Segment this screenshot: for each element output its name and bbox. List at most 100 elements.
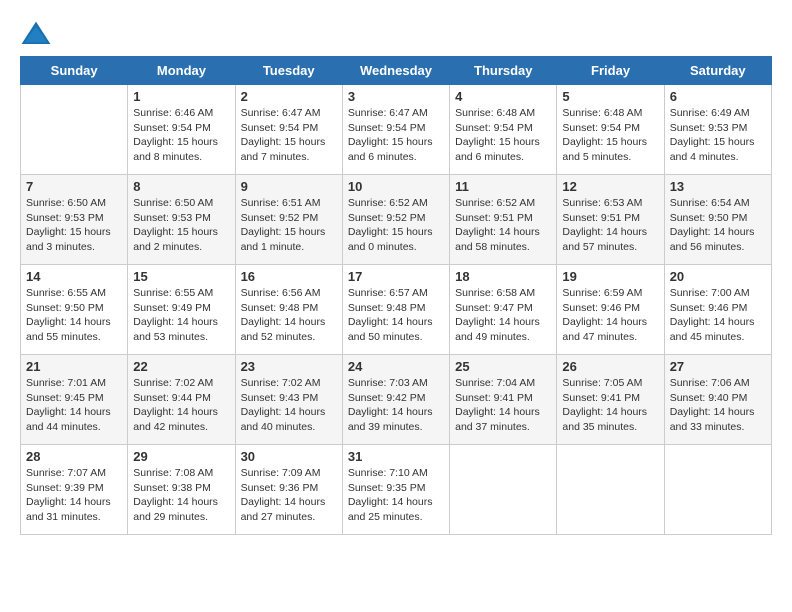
cell-content: Sunrise: 6:52 AM Sunset: 9:52 PM Dayligh… [348,196,444,255]
calendar-cell: 7Sunrise: 6:50 AM Sunset: 9:53 PM Daylig… [21,175,128,265]
calendar-cell: 15 Sunrise: 6:55 AM Sunset: 9:49 PM Dayli… [128,265,235,355]
day-number: 7 [26,179,122,194]
cell-content: Sunrise: 6:48 AM Sunset: 9:54 PM Dayligh… [562,106,658,165]
calendar-cell: 27 Sunrise: 7:06 AM Sunset: 9:40 PM Dayli… [664,355,771,445]
day-header-tuesday: Tuesday [235,57,342,85]
day-number: 4 [455,89,551,104]
calendar-cell: 5Sunrise: 6:48 AM Sunset: 9:54 PM Daylig… [557,85,664,175]
day-number: 25 [455,359,551,374]
calendar-cell: 12 Sunrise: 6:53 AM Sunset: 9:51 PM Dayli… [557,175,664,265]
calendar-cell: 19Sunrise: 6:59 AM Sunset: 9:46 PM Dayli… [557,265,664,355]
calendar-cell: 30 Sunrise: 7:09 AM Sunset: 9:36 PM Dayli… [235,445,342,535]
day-number: 14 [26,269,122,284]
day-number: 18 [455,269,551,284]
calendar-cell: 31 Sunrise: 7:10 AM Sunset: 9:35 PM Dayli… [342,445,449,535]
calendar-cell: 2 Sunrise: 6:47 AM Sunset: 9:54 PM Daylig… [235,85,342,175]
calendar-cell: 23Sunrise: 7:02 AM Sunset: 9:43 PM Dayli… [235,355,342,445]
day-header-monday: Monday [128,57,235,85]
cell-content: Sunrise: 7:04 AM Sunset: 9:41 PM Dayligh… [455,376,551,435]
cell-content: Sunrise: 6:55 AM Sunset: 9:49 PM Dayligh… [133,286,229,345]
day-number: 23 [241,359,337,374]
calendar-cell [664,445,771,535]
week-row-5: 28Sunrise: 7:07 AM Sunset: 9:39 PM Dayli… [21,445,772,535]
day-number: 10 [348,179,444,194]
logo-icon [20,20,52,48]
calendar-cell: 9 Sunrise: 6:51 AM Sunset: 9:52 PM Daylig… [235,175,342,265]
day-number: 27 [670,359,766,374]
day-number: 22 [133,359,229,374]
day-number: 11 [455,179,551,194]
day-number: 3 [348,89,444,104]
day-number: 6 [670,89,766,104]
cell-content: Sunrise: 6:57 AM Sunset: 9:48 PM Dayligh… [348,286,444,345]
day-number: 31 [348,449,444,464]
day-number: 12 [562,179,658,194]
day-number: 8 [133,179,229,194]
cell-content: Sunrise: 6:59 AM Sunset: 9:46 PM Dayligh… [562,286,658,345]
calendar-cell: 14 Sunrise: 6:55 AM Sunset: 9:50 PM Dayli… [21,265,128,355]
cell-content: Sunrise: 7:01 AM Sunset: 9:45 PM Dayligh… [26,376,122,435]
cell-content: Sunrise: 7:09 AM Sunset: 9:36 PM Dayligh… [241,466,337,525]
cell-content: Sunrise: 6:46 AM Sunset: 9:54 PM Dayligh… [133,106,229,165]
calendar-cell: 25 Sunrise: 7:04 AM Sunset: 9:41 PM Dayli… [450,355,557,445]
calendar-cell [21,85,128,175]
calendar-cell: 28Sunrise: 7:07 AM Sunset: 9:39 PM Dayli… [21,445,128,535]
day-number: 30 [241,449,337,464]
cell-content: Sunrise: 7:07 AM Sunset: 9:39 PM Dayligh… [26,466,122,525]
day-header-saturday: Saturday [664,57,771,85]
week-row-4: 21 Sunrise: 7:01 AM Sunset: 9:45 PM Dayli… [21,355,772,445]
calendar-cell [557,445,664,535]
week-row-3: 14 Sunrise: 6:55 AM Sunset: 9:50 PM Dayli… [21,265,772,355]
cell-content: Sunrise: 6:47 AM Sunset: 9:54 PM Dayligh… [241,106,337,165]
day-header-wednesday: Wednesday [342,57,449,85]
calendar-table: SundayMondayTuesdayWednesdayThursdayFrid… [20,56,772,535]
calendar-cell: 16 Sunrise: 6:56 AM Sunset: 9:48 PM Dayli… [235,265,342,355]
cell-content: Sunrise: 6:52 AM Sunset: 9:51 PM Dayligh… [455,196,551,255]
calendar-cell: 4 Sunrise: 6:48 AM Sunset: 9:54 PM Daylig… [450,85,557,175]
cell-content: Sunrise: 7:08 AM Sunset: 9:38 PM Dayligh… [133,466,229,525]
cell-content: Sunrise: 6:55 AM Sunset: 9:50 PM Dayligh… [26,286,122,345]
cell-content: Sunrise: 6:50 AM Sunset: 9:53 PM Dayligh… [133,196,229,255]
calendar-cell: 26Sunrise: 7:05 AM Sunset: 9:41 PM Dayli… [557,355,664,445]
week-row-1: 1 Sunrise: 6:46 AM Sunset: 9:54 PM Daylig… [21,85,772,175]
days-header-row: SundayMondayTuesdayWednesdayThursdayFrid… [21,57,772,85]
day-number: 15 [133,269,229,284]
calendar-cell: 1 Sunrise: 6:46 AM Sunset: 9:54 PM Daylig… [128,85,235,175]
day-number: 29 [133,449,229,464]
cell-content: Sunrise: 6:54 AM Sunset: 9:50 PM Dayligh… [670,196,766,255]
day-number: 1 [133,89,229,104]
calendar-cell: 21 Sunrise: 7:01 AM Sunset: 9:45 PM Dayli… [21,355,128,445]
calendar-cell: 11 Sunrise: 6:52 AM Sunset: 9:51 PM Dayli… [450,175,557,265]
calendar-cell: 18 Sunrise: 6:58 AM Sunset: 9:47 PM Dayli… [450,265,557,355]
cell-content: Sunrise: 6:53 AM Sunset: 9:51 PM Dayligh… [562,196,658,255]
calendar-cell: 3 Sunrise: 6:47 AM Sunset: 9:54 PM Daylig… [342,85,449,175]
cell-content: Sunrise: 6:48 AM Sunset: 9:54 PM Dayligh… [455,106,551,165]
cell-content: Sunrise: 7:10 AM Sunset: 9:35 PM Dayligh… [348,466,444,525]
header [20,20,772,48]
day-header-thursday: Thursday [450,57,557,85]
calendar-cell: 6 Sunrise: 6:49 AM Sunset: 9:53 PM Daylig… [664,85,771,175]
cell-content: Sunrise: 7:03 AM Sunset: 9:42 PM Dayligh… [348,376,444,435]
calendar-cell: 24Sunrise: 7:03 AM Sunset: 9:42 PM Dayli… [342,355,449,445]
day-number: 16 [241,269,337,284]
day-number: 17 [348,269,444,284]
cell-content: Sunrise: 6:47 AM Sunset: 9:54 PM Dayligh… [348,106,444,165]
day-header-sunday: Sunday [21,57,128,85]
calendar-cell: 22 Sunrise: 7:02 AM Sunset: 9:44 PM Dayli… [128,355,235,445]
cell-content: Sunrise: 6:56 AM Sunset: 9:48 PM Dayligh… [241,286,337,345]
cell-content: Sunrise: 7:06 AM Sunset: 9:40 PM Dayligh… [670,376,766,435]
cell-content: Sunrise: 6:49 AM Sunset: 9:53 PM Dayligh… [670,106,766,165]
calendar-cell [450,445,557,535]
calendar-cell: 13 Sunrise: 6:54 AM Sunset: 9:50 PM Dayli… [664,175,771,265]
day-number: 9 [241,179,337,194]
day-number: 21 [26,359,122,374]
cell-content: Sunrise: 6:51 AM Sunset: 9:52 PM Dayligh… [241,196,337,255]
cell-content: Sunrise: 7:00 AM Sunset: 9:46 PM Dayligh… [670,286,766,345]
cell-content: Sunrise: 7:02 AM Sunset: 9:44 PM Dayligh… [133,376,229,435]
day-number: 2 [241,89,337,104]
calendar-cell: 17 Sunrise: 6:57 AM Sunset: 9:48 PM Dayli… [342,265,449,355]
calendar-cell: 8 Sunrise: 6:50 AM Sunset: 9:53 PM Daylig… [128,175,235,265]
logo [20,20,56,48]
day-number: 13 [670,179,766,194]
cell-content: Sunrise: 6:58 AM Sunset: 9:47 PM Dayligh… [455,286,551,345]
